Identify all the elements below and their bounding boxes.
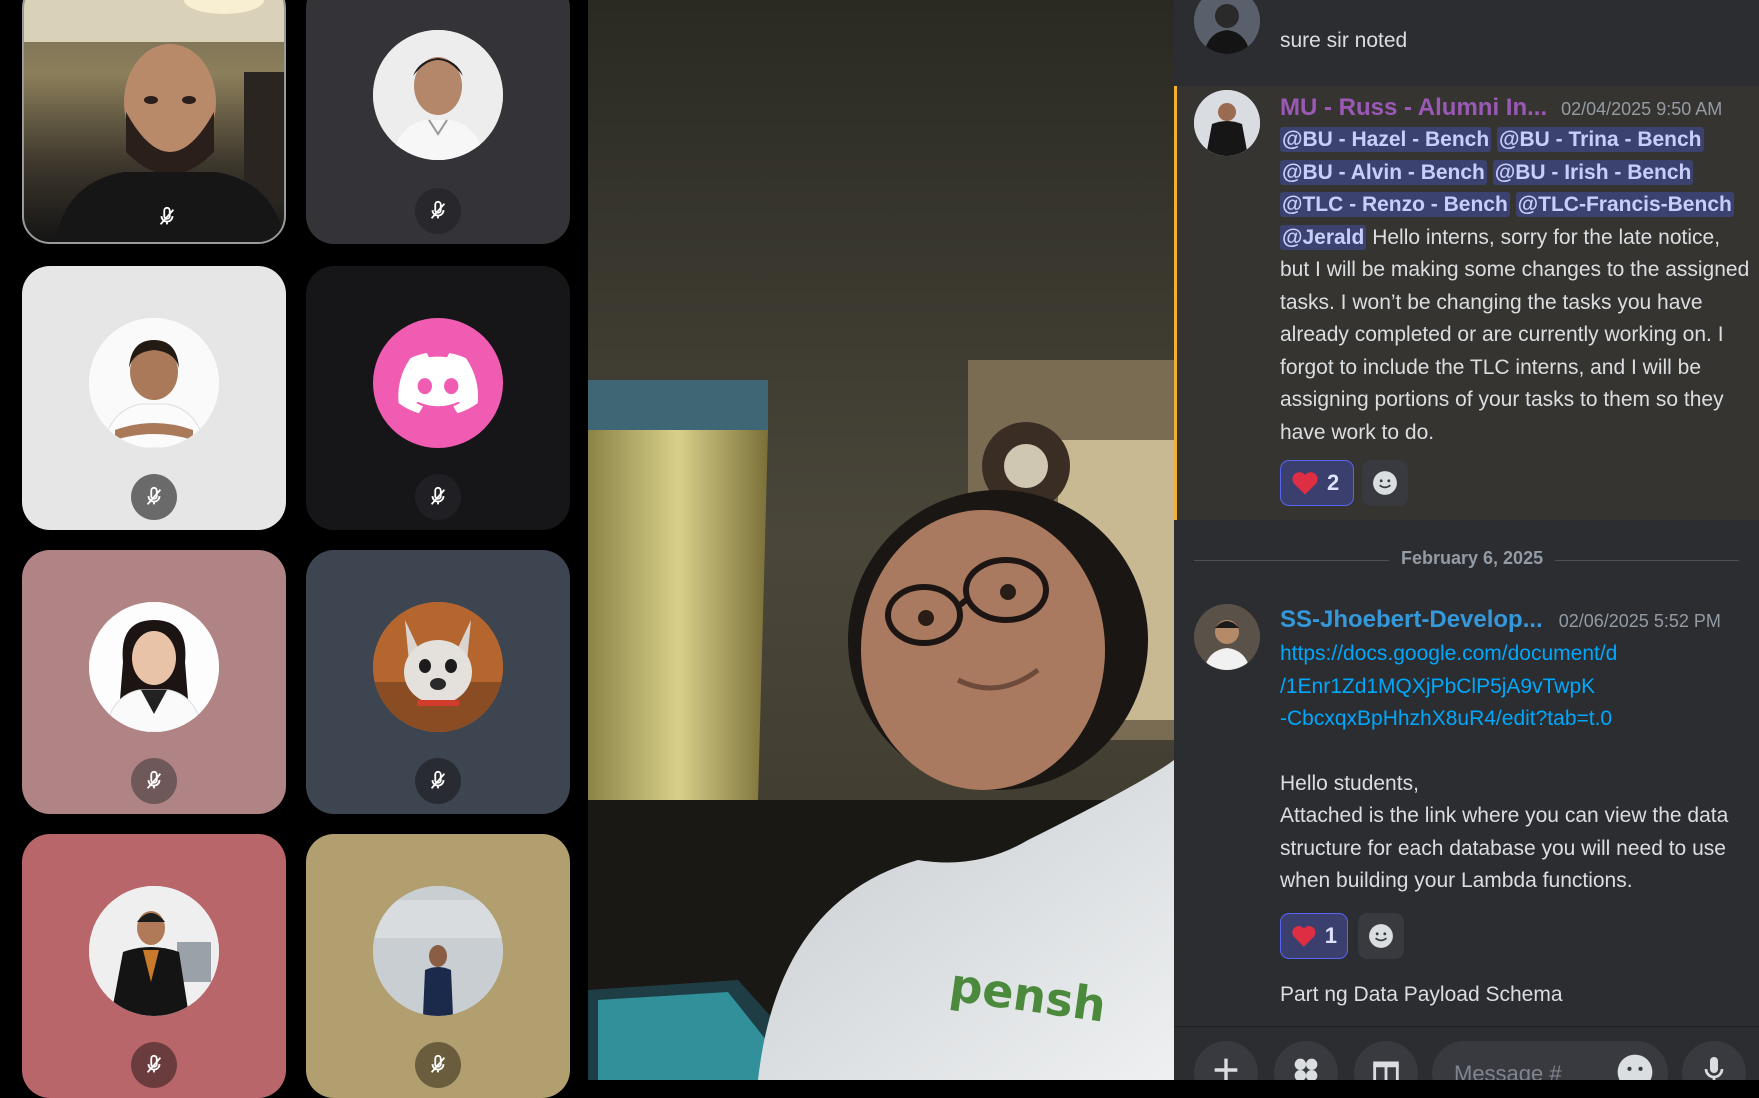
mic-muted-icon xyxy=(131,1042,177,1088)
apps-icon xyxy=(1294,1058,1318,1080)
mic-muted-icon xyxy=(415,1042,461,1088)
plus-icon xyxy=(1214,1058,1238,1080)
mic-muted-icon xyxy=(144,194,190,240)
user-mention[interactable]: @TLC - Renzo - Bench xyxy=(1280,192,1510,217)
participant-avatar xyxy=(373,886,503,1016)
message-greeting: Hello students, xyxy=(1280,772,1419,795)
user-mention[interactable]: @BU - Alvin - Bench xyxy=(1280,159,1487,185)
message-input-placeholder: Message # xyxy=(1454,1061,1562,1080)
add-reaction-button[interactable] xyxy=(1362,460,1408,506)
microphone-icon xyxy=(1704,1057,1724,1080)
add-attachment-button[interactable] xyxy=(1194,1041,1258,1080)
link-line[interactable]: https://docs.google.com/document/d xyxy=(1280,638,1617,671)
link-line[interactable]: /1Enr1Zd1MQXjPbClP5jA9vTwpK xyxy=(1280,671,1617,704)
mic-muted-icon xyxy=(131,758,177,804)
participant-tile[interactable] xyxy=(306,834,570,1098)
user-avatar[interactable] xyxy=(1194,90,1260,156)
participant-tile[interactable] xyxy=(22,834,286,1098)
heart-reaction[interactable]: 1 xyxy=(1280,913,1348,959)
date-divider-label: February 6, 2025 xyxy=(1389,548,1556,569)
message-text: Part ng Data Payload Schema xyxy=(1280,983,1563,1006)
date-divider: February 6, 2025 xyxy=(1194,548,1739,572)
user-avatar[interactable] xyxy=(1194,604,1260,670)
camera-feed: pensh xyxy=(588,0,1174,1080)
voice-message-button[interactable] xyxy=(1682,1041,1746,1080)
smiley-icon xyxy=(1373,471,1397,495)
heart-reaction[interactable]: 2 xyxy=(1280,460,1354,506)
message-body: Attached is the link where you can view … xyxy=(1280,804,1729,892)
mic-muted-icon xyxy=(131,474,177,520)
user-avatar[interactable] xyxy=(1194,0,1260,54)
apps-button[interactable] xyxy=(1274,1041,1338,1080)
discord-logo-icon xyxy=(373,318,503,448)
message-composer: Message # xyxy=(1174,1026,1759,1080)
user-mention[interactable]: @BU - Irish - Bench xyxy=(1492,159,1694,185)
user-mention[interactable]: @BU - Hazel - Bench xyxy=(1280,127,1492,152)
user-mention[interactable]: @TLC-Francis-Bench xyxy=(1515,192,1734,217)
participant-avatar xyxy=(373,602,503,732)
smiley-icon xyxy=(1369,924,1393,948)
mic-muted-icon xyxy=(415,474,461,520)
heart-icon xyxy=(1292,926,1316,947)
mic-muted-icon xyxy=(415,758,461,804)
document-link[interactable]: https://docs.google.com/document/d /1Enr… xyxy=(1280,638,1617,736)
chat-message-highlighted: MU - Russ - Alumni In... 02/04/2025 9:50… xyxy=(1174,86,1759,520)
link-line[interactable]: -CbcxqxBpHhzhX8uR4/edit?tab=t.0 xyxy=(1280,703,1617,736)
participant-avatar xyxy=(89,886,219,1016)
message-input[interactable]: Message # xyxy=(1432,1041,1668,1080)
participant-avatar xyxy=(373,30,503,160)
participant-tile[interactable] xyxy=(22,266,286,530)
participant-tile[interactable] xyxy=(306,550,570,814)
add-reaction-button[interactable] xyxy=(1358,913,1404,959)
gift-button[interactable] xyxy=(1354,1041,1418,1080)
reaction-count: 2 xyxy=(1327,470,1340,495)
participant-tile[interactable] xyxy=(306,0,570,244)
participant-tile[interactable] xyxy=(22,550,286,814)
gift-icon xyxy=(1373,1061,1399,1080)
participant-avatar xyxy=(89,602,219,732)
message-body: Hello interns, sorry for the late notice… xyxy=(1280,225,1750,444)
emoji-icon[interactable] xyxy=(1616,1053,1654,1080)
message-text: @BU - Hazel - Bench @BU - Trina - Bench … xyxy=(1280,124,1750,449)
reaction-count: 1 xyxy=(1324,923,1337,948)
participant-grid xyxy=(0,0,588,1098)
heart-icon xyxy=(1292,472,1318,495)
chat-message: SS-Jhoebert-Develop... 02/06/2025 5:52 P… xyxy=(1174,596,1759,1026)
chat-message: sure sir noted xyxy=(1174,0,1759,86)
participant-tile[interactable] xyxy=(22,0,286,244)
mic-muted-icon xyxy=(415,188,461,234)
participant-tile[interactable] xyxy=(306,266,570,530)
message-author[interactable]: MU - Russ - Alumni In... xyxy=(1280,94,1547,122)
participant-avatar xyxy=(89,318,219,448)
message-timestamp: 02/06/2025 5:52 PM xyxy=(1558,611,1721,631)
message-text: sure sir noted xyxy=(1280,29,1408,52)
user-mention[interactable]: @BU - Trina - Bench xyxy=(1497,127,1704,152)
user-mention[interactable]: @Jerald xyxy=(1280,224,1367,250)
message-timestamp: 02/04/2025 9:50 AM xyxy=(1561,99,1723,119)
message-author[interactable]: SS-Jhoebert-Develop... xyxy=(1280,606,1543,634)
chat-panel: sure sir noted MU - Russ - Alumni In... … xyxy=(1174,0,1759,1080)
